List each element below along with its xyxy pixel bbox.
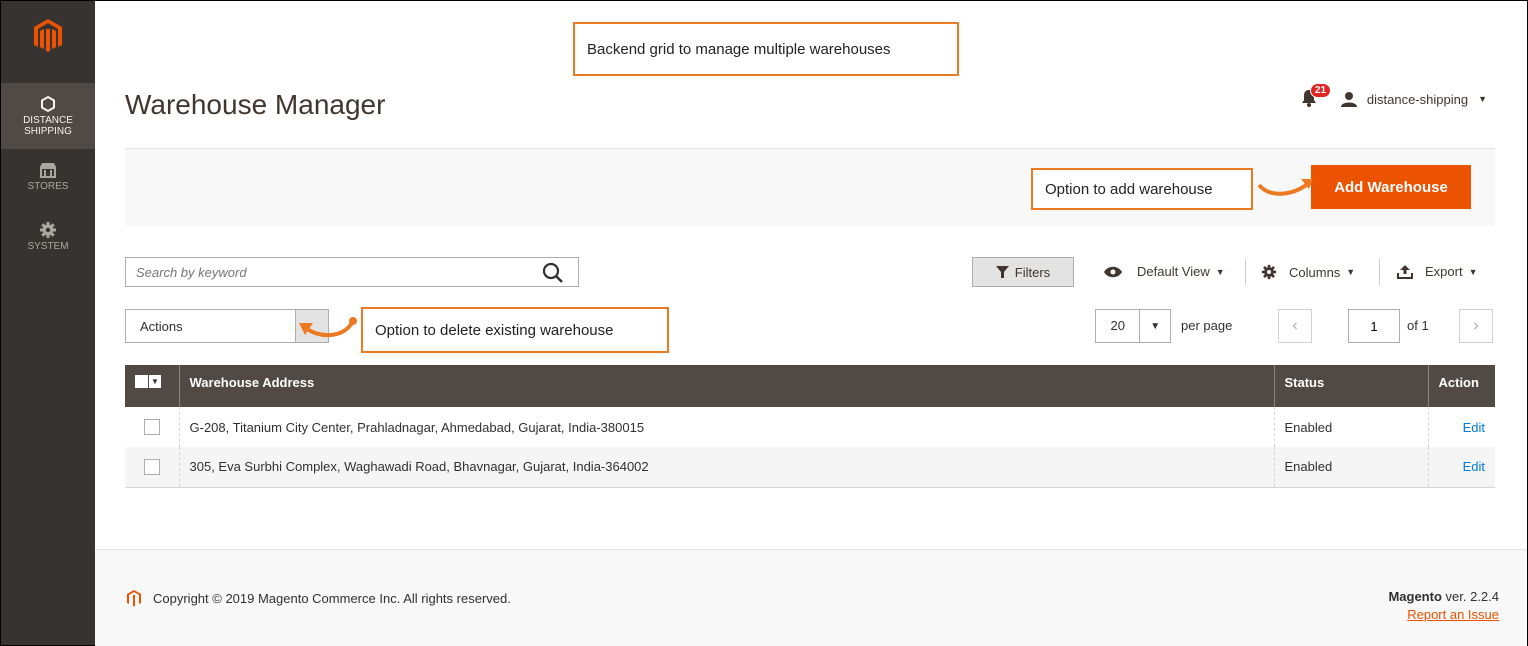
columns-dropdown[interactable]: Columns ▼ <box>1261 264 1355 280</box>
column-header-action: Action <box>1427 365 1495 407</box>
sidebar-item-label: SHIPPING <box>24 126 72 137</box>
actions-label: Actions <box>140 318 183 334</box>
current-page-input[interactable] <box>1348 309 1400 343</box>
table-row: G-208, Titanium City Center, Prahladnaga… <box>125 407 1495 447</box>
magento-logo-icon <box>127 590 141 607</box>
callout-arrow-icon <box>1257 179 1313 196</box>
row-select-cell <box>125 407 179 447</box>
chevron-right-icon: › <box>1473 317 1479 334</box>
chevron-down-icon: ▼ <box>148 375 161 388</box>
header-actions: 21 distance-shipping ▼ <box>1301 83 1487 109</box>
copyright-text: Copyright © 2019 Magento Commerce Inc. A… <box>153 590 511 606</box>
edit-link[interactable]: Edit <box>1463 420 1485 435</box>
callout-text: Option to add warehouse <box>1045 180 1213 198</box>
action-cell: Edit <box>1427 447 1495 488</box>
copyright: Copyright © 2019 Magento Commerce Inc. A… <box>125 588 511 608</box>
add-warehouse-button[interactable]: Add Warehouse <box>1311 165 1471 209</box>
edit-link[interactable]: Edit <box>1463 459 1485 474</box>
toolbar-divider <box>1245 259 1246 285</box>
magento-logo-icon[interactable] <box>30 17 66 53</box>
callout-delete-warehouse: Option to delete existing warehouse <box>361 307 669 353</box>
user-name: distance-shipping <box>1366 91 1469 107</box>
callout-add-warehouse: Option to add warehouse <box>1031 168 1253 210</box>
main-content: Backend grid to manage multiple warehous… <box>95 1 1527 646</box>
sidebar-item-stores[interactable]: STORES <box>1 161 95 205</box>
callout-text: Option to delete existing warehouse <box>375 321 614 339</box>
sidebar-item-label: SYSTEM <box>27 241 69 252</box>
address-cell: G-208, Titanium City Center, Prahladnaga… <box>178 407 1274 447</box>
mass-select-header: ▼ <box>125 365 179 407</box>
per-page-select[interactable]: 20 ▼ <box>1095 309 1171 343</box>
callout-arrow-icon <box>299 317 357 338</box>
sidebar-item-distance-shipping[interactable]: DISTANCE SHIPPING <box>1 83 95 149</box>
search-icon[interactable] <box>542 262 564 284</box>
row-select-cell <box>125 447 179 488</box>
per-page-value: 20 <box>1096 310 1141 342</box>
hexagon-icon <box>41 95 55 113</box>
notifications-count: 21 <box>1309 83 1332 98</box>
status-cell: Enabled <box>1273 407 1428 447</box>
default-view-label: Default View <box>1137 264 1210 279</box>
chevron-down-icon: ▼ <box>1468 266 1478 277</box>
row-checkbox[interactable] <box>143 459 160 476</box>
chevron-down-icon: ▼ <box>1215 266 1225 277</box>
brand-name: Magento <box>1388 589 1442 604</box>
user-icon <box>1340 92 1357 107</box>
filters-label: Filters <box>1014 264 1051 280</box>
next-page-button[interactable]: › <box>1459 309 1493 343</box>
report-issue-link[interactable]: Report an Issue <box>1407 607 1499 622</box>
eye-icon <box>1104 266 1122 277</box>
prev-page-button[interactable]: ‹ <box>1278 309 1312 343</box>
chevron-down-icon: ▼ <box>1150 320 1161 332</box>
filters-button[interactable]: Filters <box>972 257 1074 287</box>
store-icon <box>40 163 56 178</box>
toolbar-divider <box>1379 259 1380 285</box>
action-cell: Edit <box>1427 407 1495 447</box>
checkbox-icon <box>135 375 148 388</box>
column-header-address[interactable]: Warehouse Address <box>178 365 1274 407</box>
gear-icon <box>1261 264 1277 280</box>
export-dropdown[interactable]: Export ▼ <box>1397 264 1478 279</box>
chevron-down-icon: ▼ <box>1478 94 1487 104</box>
sidebar-item-label: DISTANCE <box>23 115 73 126</box>
callout-text: Backend grid to manage multiple warehous… <box>587 40 891 58</box>
columns-label: Columns <box>1289 264 1341 280</box>
default-view-dropdown[interactable]: Default View ▼ <box>1103 264 1225 279</box>
sidebar-item-label: STORES <box>27 181 69 192</box>
page-title: Warehouse Manager <box>125 89 386 120</box>
search-input[interactable] <box>126 258 546 286</box>
chevron-left-icon: ‹ <box>1292 317 1298 334</box>
address-cell: 305, Eva Surbhi Complex, Waghawadi Road,… <box>178 447 1274 488</box>
grid-header-row: ▼ Warehouse Address Status Action <box>125 365 1495 407</box>
sidebar-item-system[interactable]: SYSTEM <box>1 221 95 265</box>
row-checkbox[interactable] <box>143 419 160 436</box>
filter-icon <box>995 266 1009 278</box>
export-icon <box>1397 264 1413 279</box>
user-menu[interactable]: distance-shipping ▼ <box>1340 91 1487 107</box>
mass-select-checkbox[interactable]: ▼ <box>135 375 161 388</box>
version-number: ver. 2.2.4 <box>1445 589 1499 604</box>
total-pages-label: of 1 <box>1407 318 1429 333</box>
status-cell: Enabled <box>1273 447 1428 488</box>
page-footer: Copyright © 2019 Magento Commerce Inc. A… <box>95 549 1527 646</box>
export-label: Export <box>1425 264 1463 279</box>
search-box <box>125 257 579 287</box>
callout-backend-grid: Backend grid to manage multiple warehous… <box>573 22 959 76</box>
warehouse-grid: ▼ Warehouse Address Status Action G-208,… <box>125 365 1495 488</box>
version-info: Magento ver. 2.2.4 Report an Issue <box>1388 588 1499 624</box>
per-page-label: per page <box>1181 318 1233 333</box>
notifications-bell[interactable]: 21 <box>1301 83 1332 109</box>
gear-icon <box>40 222 56 238</box>
table-row: 305, Eva Surbhi Complex, Waghawadi Road,… <box>125 447 1495 488</box>
chevron-down-icon: ▼ <box>1346 267 1356 277</box>
column-header-status[interactable]: Status <box>1273 365 1428 407</box>
admin-sidebar: DISTANCE SHIPPING STORES SYSTEM <box>1 1 95 645</box>
